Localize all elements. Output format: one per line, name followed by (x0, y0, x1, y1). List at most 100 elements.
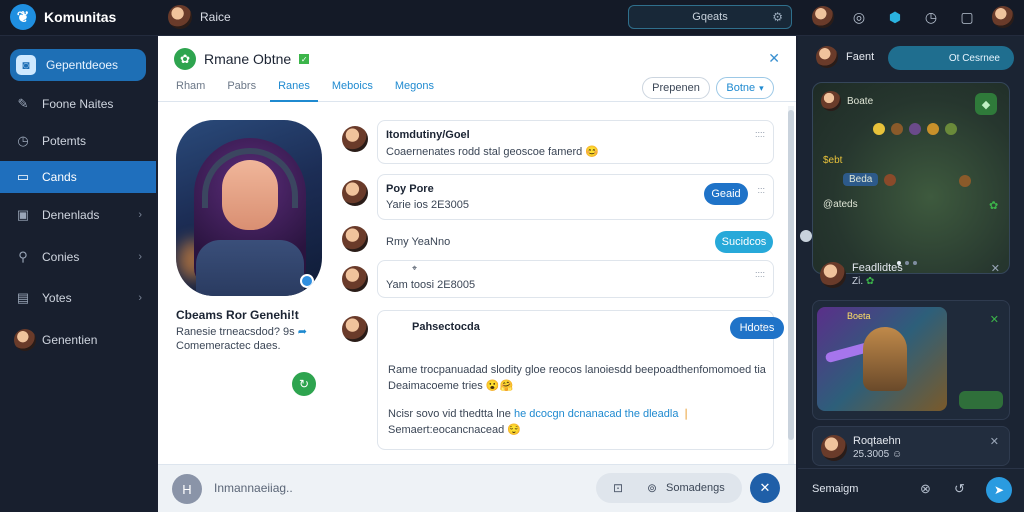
success-button[interactable]: Sucidcos (715, 231, 773, 253)
link-icon: ⚲ (18, 249, 28, 264)
scrollbar[interactable] (788, 106, 794, 492)
message-body-text: Deaimacoeme tries (388, 380, 483, 392)
message-card[interactable]: Itomdutiny/Goel Coaernenates rodd stal g… (377, 120, 774, 164)
refresh-icon[interactable]: ↻ (292, 372, 316, 396)
composer-tool-label[interactable]: Somadengs (666, 482, 725, 494)
sidebar-item-label: Conies (42, 250, 80, 264)
game-art-card[interactable]: Boeta ✕ (812, 300, 1010, 420)
brand[interactable]: ❦ Komunitas (10, 4, 116, 30)
friend-card[interactable]: Feadlidtes Zi. ✿ ✕ (812, 254, 1010, 294)
sidebar-item-posts[interactable]: ◷ Potemts (0, 125, 156, 157)
chevron-right-icon: › (138, 292, 142, 304)
emoji-icon: 😮🤗 (485, 380, 514, 392)
tab-rham[interactable]: Rham (168, 80, 213, 102)
message-link[interactable]: he dcocgn dcnanacad the dleadla (514, 408, 679, 420)
gem-icon[interactable]: ◆ (975, 93, 997, 115)
coin-icon (959, 175, 971, 187)
board-row: Boate (821, 91, 873, 111)
sidebar-item-label: Cands (42, 170, 77, 184)
message-card[interactable]: Poy Pore Yarie ios 2E3005 Geaid ::: (377, 174, 774, 220)
message-avatar[interactable] (342, 266, 368, 292)
share-icon[interactable]: ➦ (298, 326, 307, 338)
candle-icon: ❘ (681, 408, 691, 420)
close-icon[interactable]: ✕ (990, 435, 999, 448)
sidebar-item-notes-list[interactable]: ▤ Yotes › (0, 282, 156, 314)
message-text-body: Coaernenates rodd stal geoscoe famerd (386, 146, 583, 158)
avatar (821, 91, 841, 111)
sidebar-item-downloads[interactable]: ▣ Denenlads › (0, 199, 156, 231)
close-icon[interactable]: ✕ (991, 262, 1000, 275)
tab-pabrs[interactable]: Pabrs (219, 80, 264, 102)
join-button[interactable]: Ot Cesrnee (888, 46, 1014, 70)
tab-megons[interactable]: Megons (387, 80, 442, 102)
sidebar-item-community[interactable]: ◙ Gepentdeoes (10, 49, 146, 81)
search-text: Gqeats (692, 11, 728, 23)
board-tag[interactable]: Beda (843, 173, 879, 186)
footer-label[interactable]: Semaigm (812, 483, 858, 495)
message-text: Yam toosi 2E8005 (386, 279, 476, 291)
hold-button[interactable]: Hdotes (730, 317, 784, 339)
board-label: $ebt (823, 155, 843, 166)
search-box[interactable]: Gqeats ⚙ (628, 5, 792, 29)
board-coins (873, 123, 957, 135)
message-input[interactable]: Inmannaeiiag.. (210, 473, 594, 503)
friend-sub-text: 25.3005 (853, 449, 890, 460)
carousel-dot[interactable] (800, 230, 812, 242)
tab-meboics[interactable]: Meboics (324, 80, 381, 102)
friend-card[interactable]: Roqtaehn 25.3005 ☺ ✕ (812, 426, 1010, 466)
message-avatar[interactable] (342, 180, 368, 206)
clock-icon[interactable]: ◷ (920, 9, 942, 26)
message-meta: :::: (754, 269, 765, 279)
top-user[interactable]: Raice (168, 5, 231, 29)
message-title: Pahsectocda (412, 321, 480, 333)
message-meta: :::: (754, 129, 765, 139)
tab-ranes[interactable]: Ranes (270, 80, 318, 102)
avatar[interactable] (812, 6, 834, 28)
send-button[interactable]: ✕ (750, 473, 780, 503)
grab-button[interactable]: Geaid (704, 183, 748, 205)
refresh-icon[interactable]: ↺ (954, 481, 965, 497)
right-header-name: Faent (846, 51, 875, 63)
community-icon: ◙ (16, 55, 36, 75)
game-art-image: Boeta (817, 307, 947, 411)
prepare-button[interactable]: Prepenen (642, 77, 710, 99)
message-card[interactable]: Yam toosi 2E8005 :::: ⌖ (377, 260, 774, 298)
modal-header: ✿ Rmane Obtne ✓ ✕ Rham Pabrs Ranes Meboi… (158, 36, 796, 102)
art-action-button[interactable] (959, 391, 1003, 409)
settings-icon: ⚙ (772, 10, 783, 24)
sidebar-item-label: Foone Naites (42, 97, 114, 111)
avatar (820, 262, 846, 288)
settings-icon[interactable]: ⊚ (642, 481, 662, 495)
chat-icon[interactable]: ▢ (956, 9, 978, 26)
game-board[interactable]: Boate ◆ $ebt Beda @ateds ✿ (812, 82, 1010, 274)
message-avatar[interactable] (342, 226, 368, 252)
message-card[interactable]: Pahsectocda Hdotes :: Rame trocpanuadad … (377, 310, 784, 450)
more-dropdown-button[interactable]: Botne ▾ (716, 77, 774, 99)
message-avatar[interactable] (342, 126, 368, 152)
hex-icon[interactable]: ⬢ (884, 9, 906, 26)
sidebar-item-profile[interactable]: Genentien (0, 324, 156, 356)
profile-name: Cbeams Ror Genehi!t (176, 308, 299, 322)
profile-avatar[interactable] (992, 6, 1014, 28)
attach-icon[interactable]: ⊡ (608, 481, 628, 495)
message-body-line: Deaimacoeme tries 😮🤗 (388, 379, 513, 392)
sidebar-item-label: Genentien (42, 333, 98, 347)
scrollbar-thumb[interactable] (788, 110, 794, 440)
controller-icon[interactable]: ◎ (848, 9, 870, 26)
clock-icon: ◷ (17, 133, 29, 148)
sidebar-item-notes[interactable]: ✎ Foone Naites (0, 88, 156, 120)
message-avatar[interactable] (342, 316, 368, 342)
sidebar-item-links[interactable]: ⚲ Conies › (0, 241, 156, 273)
komunitas-logo-icon: ❦ (10, 4, 36, 30)
gamepad-icon[interactable]: ⊗ (920, 481, 931, 497)
coin-icon (891, 123, 903, 135)
cards-icon: ▭ (16, 169, 30, 184)
message-body-line: Ncisr sovo vid thedtta lne he dcocgn dcn… (388, 407, 691, 420)
right-header[interactable]: Faent (816, 46, 874, 68)
close-icon[interactable]: ✕ (768, 50, 780, 67)
new-chat-button[interactable]: ➤ (986, 477, 1012, 503)
coin-icon (909, 123, 921, 135)
composer-avatar[interactable]: H (172, 474, 202, 504)
sidebar-item-cards[interactable]: ▭ Cands (0, 161, 156, 193)
close-icon[interactable]: ✕ (990, 313, 999, 326)
